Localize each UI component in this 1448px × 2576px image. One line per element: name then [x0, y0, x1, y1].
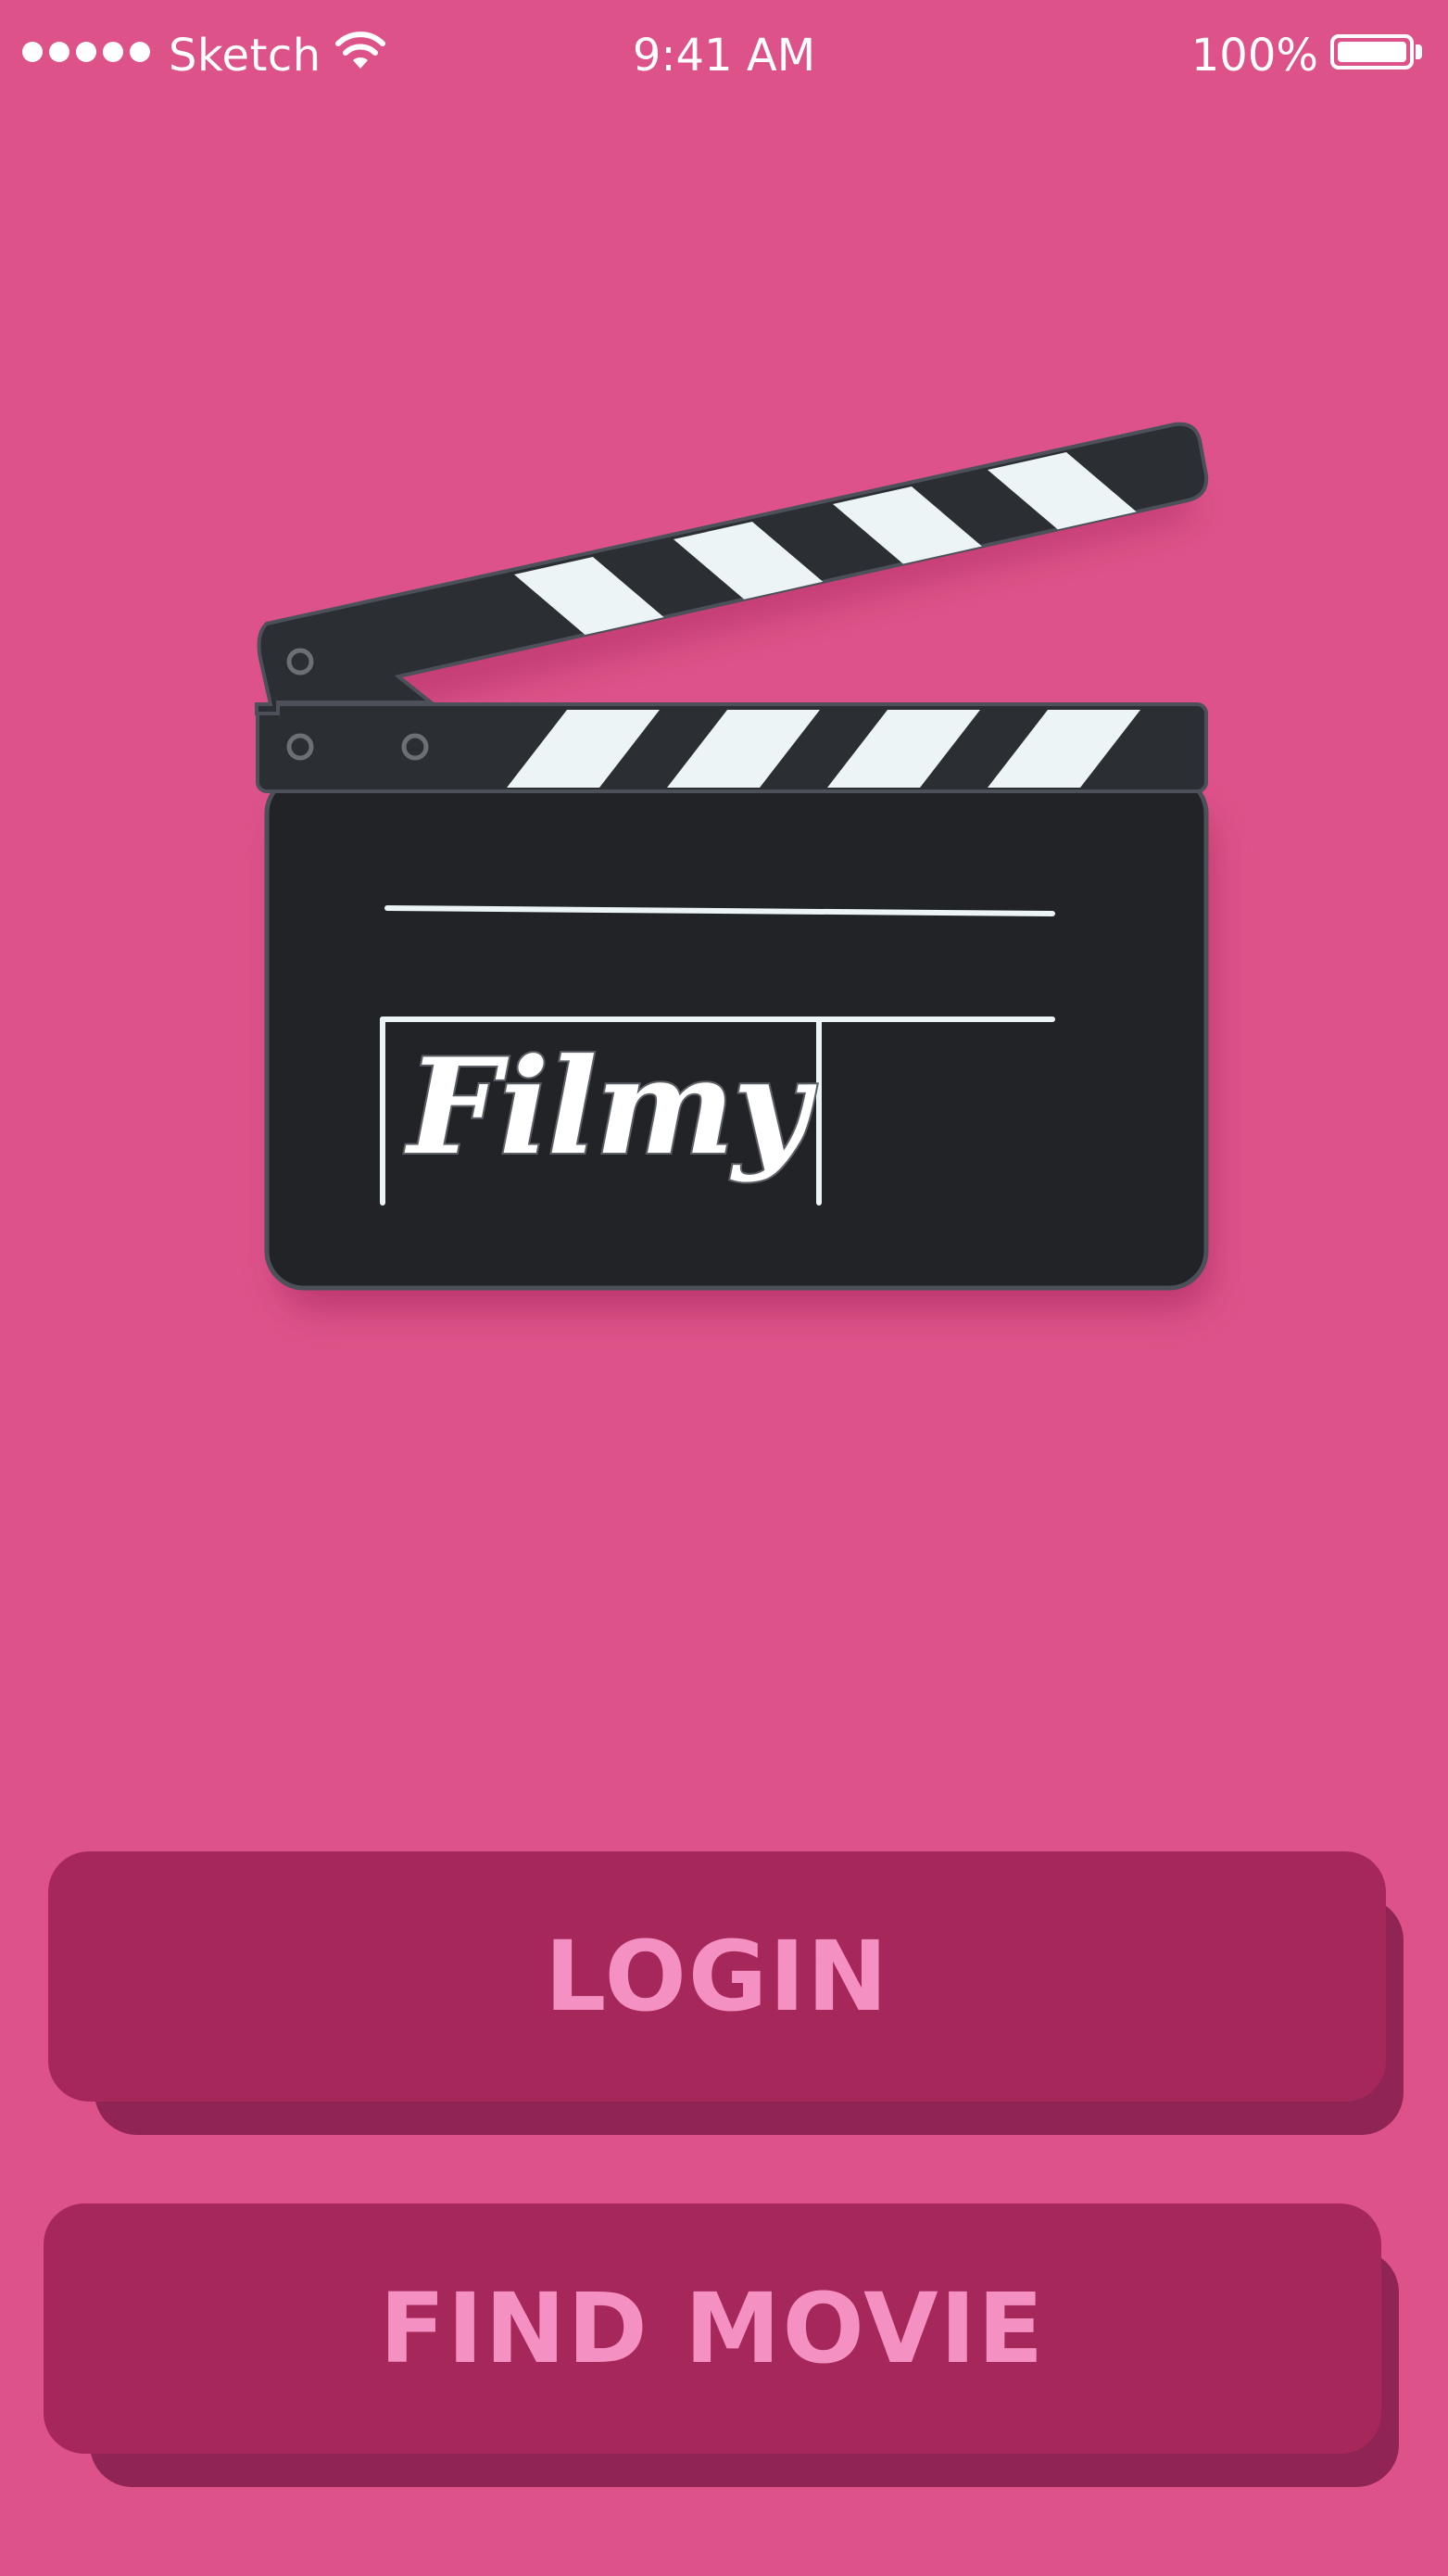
- find-movie-button-container: FIND MOVIE: [44, 2203, 1401, 2491]
- app-logo: Filmy: [0, 0, 1448, 1390]
- find-movie-button[interactable]: FIND MOVIE: [44, 2203, 1381, 2454]
- login-button-container: LOGIN: [48, 1851, 1405, 2139]
- app-logo-text: Filmy: [406, 1030, 811, 1184]
- login-button[interactable]: LOGIN: [48, 1851, 1386, 2102]
